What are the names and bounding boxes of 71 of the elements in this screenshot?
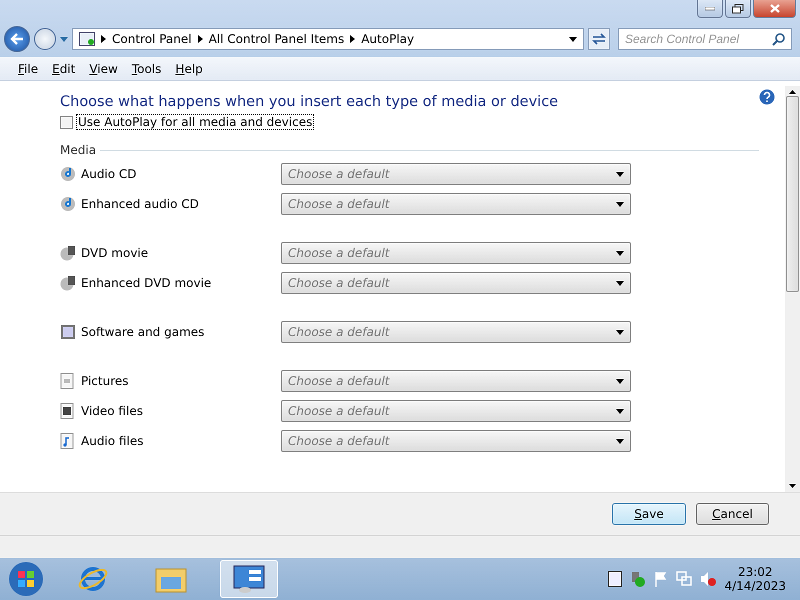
dialog-button[interactable]: Cancel <box>696 503 769 525</box>
action-dropdown[interactable]: Choose a default <box>281 242 631 264</box>
checkbox[interactable] <box>60 116 73 128</box>
address-dropdown-icon <box>569 36 577 42</box>
action-dropdown[interactable]: Choose a default <box>281 272 631 294</box>
restore-icon <box>732 4 744 14</box>
dropdown-arrow-icon <box>616 250 624 256</box>
restore-button[interactable] <box>725 0 751 18</box>
close-button[interactable] <box>753 0 796 18</box>
breadcrumb-item[interactable]: Control Panel <box>112 32 192 46</box>
dropdown-arrow-icon <box>616 172 624 176</box>
chevron-right-icon <box>101 35 106 43</box>
dropdown-arrow-icon <box>616 280 624 286</box>
menu-item[interactable]: Help <box>169 60 209 78</box>
start-button[interactable] <box>8 561 44 597</box>
action-dropdown[interactable]: Choose a default <box>281 163 631 185</box>
action-dropdown[interactable]: Choose a default <box>281 321 631 343</box>
back-arrow-icon <box>10 33 24 45</box>
document-icon <box>60 373 74 389</box>
media-type-label: Software and games <box>81 325 206 339</box>
speaker-muted-icon[interactable] <box>700 571 716 587</box>
film-file-icon <box>60 403 74 419</box>
dropdown-arrow-icon <box>616 330 624 334</box>
scrollbar[interactable] <box>785 86 800 492</box>
scroll-up-icon[interactable] <box>789 90 796 94</box>
dropdown-arrow-icon <box>616 202 624 206</box>
media-type-label: Enhanced DVD movie <box>81 276 212 290</box>
menu-item[interactable]: File <box>12 60 44 78</box>
back-button[interactable] <box>4 26 30 52</box>
menu-item[interactable]: Tools <box>126 60 168 78</box>
breadcrumb-item[interactable]: All Control Panel Items <box>208 32 344 46</box>
disc-film-icon <box>60 245 76 261</box>
document-icon[interactable] <box>608 571 622 587</box>
dropdown-arrow-icon <box>616 438 624 444</box>
media-type-label: Audio files <box>81 434 144 448</box>
media-type-label: DVD movie <box>81 246 150 260</box>
disc-icon <box>60 166 76 182</box>
checkbox-label[interactable]: Use AutoPlay for all media and devices <box>76 114 314 130</box>
close-icon <box>770 4 780 13</box>
menu-item[interactable]: Edit <box>46 60 82 78</box>
media-type-label: Pictures <box>81 374 130 388</box>
media-type-label: Enhanced audio CD <box>81 197 200 211</box>
media-type-label: Audio CD <box>81 167 138 181</box>
action-dropdown[interactable]: Choose a default <box>281 370 631 392</box>
help-icon[interactable] <box>759 89 775 105</box>
dialog-button[interactable]: Save <box>612 503 686 525</box>
action-dropdown[interactable]: Choose a default <box>281 193 631 215</box>
search-field[interactable]: Search Control Panel <box>618 28 792 50</box>
page-heading: Choose what happens when you insert each type of media or device <box>60 94 560 110</box>
forward-button[interactable] <box>34 28 56 50</box>
media-type-label: Video files <box>81 404 144 418</box>
music-file-icon <box>60 433 74 449</box>
menu-item[interactable]: View <box>83 60 124 78</box>
breadcrumb-item[interactable]: AutoPlay <box>361 32 414 46</box>
scroll-down-icon[interactable] <box>789 484 796 488</box>
minimize-button[interactable] <box>697 0 723 18</box>
disc-icon <box>60 196 76 212</box>
clock[interactable]: 23:02 4/14/2023 <box>724 565 786 593</box>
dropdown-arrow-icon <box>616 378 624 384</box>
history-dropdown-icon[interactable] <box>60 36 68 42</box>
disc-film-icon <box>60 275 76 291</box>
dropdown-arrow-icon <box>616 408 624 414</box>
action-dropdown[interactable]: Choose a default <box>281 430 631 452</box>
chevron-right-icon <box>350 35 356 43</box>
chevron-right-icon <box>198 35 203 43</box>
section-label: Media <box>60 143 96 157</box>
taskbar-control-panel-button[interactable] <box>220 560 278 598</box>
refresh-icon[interactable] <box>588 28 610 50</box>
minimize-icon <box>705 6 715 10</box>
action-dropdown[interactable]: Choose a default <box>281 400 631 422</box>
address-bar[interactable]: Control Panel All Control Panel Items AutoPlay <box>72 28 584 50</box>
